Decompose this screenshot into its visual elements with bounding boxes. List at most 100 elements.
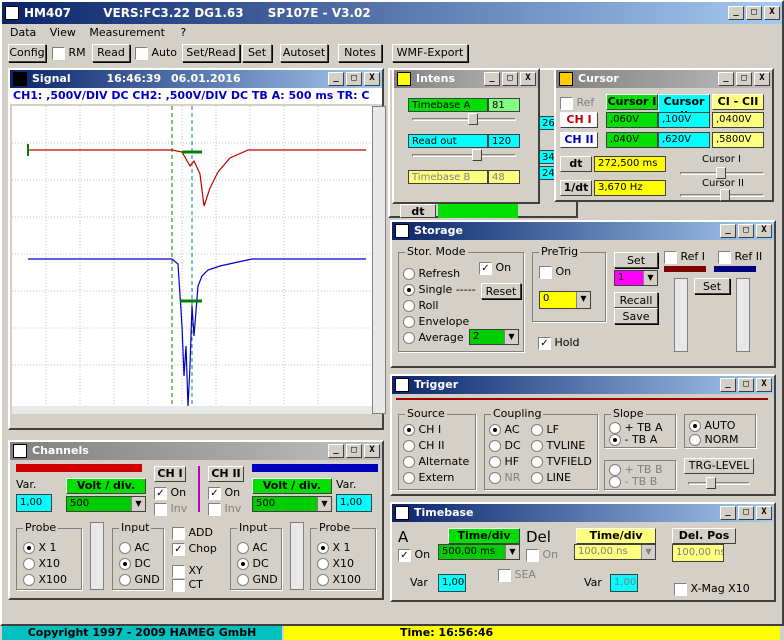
ch2-scroll[interactable] <box>290 522 304 590</box>
ch2-inv-checkbox[interactable] <box>208 502 221 516</box>
timebase-maximize[interactable]: □ <box>738 506 754 520</box>
readout-value[interactable]: 120 <box>488 134 520 148</box>
trigger-auto-radio[interactable] <box>689 420 701 432</box>
main-titlebar[interactable]: HM407 VERS:FC3.22 DG1.63 SP107E - V3.02 … <box>2 2 782 24</box>
storage-maximize[interactable]: □ <box>738 224 754 238</box>
coupling-hf-radio[interactable] <box>489 456 501 468</box>
trigger-norm-radio[interactable] <box>689 434 701 446</box>
ref2-checkbox[interactable] <box>718 250 731 264</box>
ch1-input-ac[interactable] <box>119 542 131 554</box>
ch1-scroll[interactable] <box>90 522 104 590</box>
source-alternate-radio[interactable] <box>403 456 415 468</box>
trigger-titlebar[interactable]: Trigger _ □ X <box>392 376 774 394</box>
ref1-checkbox[interactable] <box>664 250 677 264</box>
auto-checkbox[interactable] <box>135 46 148 60</box>
autoset-button[interactable]: Autoset <box>280 44 328 62</box>
coupling-tvfield-radio[interactable] <box>531 456 543 468</box>
source-ch2-radio[interactable] <box>403 440 415 452</box>
pretrig-select[interactable]: 0 ▼ <box>539 291 591 309</box>
pretrig-on-checkbox[interactable] <box>539 265 552 279</box>
signal-maximize[interactable]: □ <box>346 72 362 86</box>
close-button[interactable]: X <box>764 6 780 20</box>
recall-button[interactable]: Recall <box>614 292 658 308</box>
storage-slot-select[interactable]: 1 ▼ <box>614 270 658 286</box>
xy-checkbox[interactable] <box>172 564 185 578</box>
envelope-radio[interactable] <box>403 316 415 328</box>
storage-minimize[interactable]: _ <box>720 224 736 238</box>
del-pos-field[interactable]: 100,00 ns <box>672 544 724 562</box>
ct-checkbox[interactable] <box>172 578 185 592</box>
timebase-titlebar[interactable]: Timebase _ □ X <box>392 504 774 522</box>
channels-minimize[interactable]: _ <box>328 444 344 458</box>
storage-set-button[interactable]: Set <box>614 252 658 268</box>
rm-checkbox[interactable] <box>52 46 65 60</box>
signal-titlebar[interactable]: Signal 16:46:39 06.01.2016 _ □ X <box>10 70 382 88</box>
ch1-volt-select[interactable]: 500 ▼ <box>66 496 146 512</box>
cursor-ref-checkbox[interactable] <box>560 96 573 110</box>
refresh-radio[interactable] <box>403 268 415 280</box>
minimize-button[interactable]: _ <box>728 6 744 20</box>
ch1-inv-checkbox[interactable] <box>154 502 167 516</box>
ch1-probe-x1[interactable] <box>23 542 35 554</box>
ch1-input-gnd[interactable] <box>119 574 131 586</box>
ch2-input-ac[interactable] <box>237 542 249 554</box>
source-ch1-radio[interactable] <box>403 424 415 436</box>
channels-maximize[interactable]: □ <box>346 444 362 458</box>
hold-checkbox[interactable]: ✓ <box>538 336 551 350</box>
intens-close[interactable]: X <box>520 72 536 86</box>
timebase-close[interactable]: X <box>756 506 772 520</box>
cursor-minimize[interactable]: _ <box>718 72 734 86</box>
readout-slider[interactable] <box>408 148 520 162</box>
config-button[interactable]: Config <box>8 44 46 62</box>
storage-on-checkbox[interactable]: ✓ <box>479 261 492 275</box>
single-radio[interactable] <box>403 284 415 296</box>
channels-titlebar[interactable]: Channels _ □ X <box>10 442 382 460</box>
menu-help[interactable]: ? <box>180 26 186 39</box>
timebase-del-select[interactable]: 100,00 ns ▼ <box>574 544 656 560</box>
ref1-scroll[interactable] <box>674 278 688 352</box>
menu-data[interactable]: Data <box>10 26 36 39</box>
timebase-a-slider[interactable] <box>408 112 520 126</box>
storage-close[interactable]: X <box>756 224 772 238</box>
timebase-a-value[interactable]: 81 <box>488 98 520 112</box>
slope-tbb-neg-radio[interactable] <box>609 476 621 488</box>
trigger-close[interactable]: X <box>756 378 772 392</box>
coupling-lf-radio[interactable] <box>531 424 543 436</box>
cursor-ii-slider[interactable] <box>676 188 768 202</box>
ch2-var-field[interactable]: 1,00 <box>336 494 372 512</box>
ref2-scroll[interactable] <box>736 278 750 352</box>
add-checkbox[interactable] <box>172 526 185 540</box>
cursor-titlebar[interactable]: Cursor _ □ X <box>556 70 772 88</box>
save-button[interactable]: Save <box>614 308 658 324</box>
reset-button[interactable]: Reset <box>481 283 521 299</box>
roll-radio[interactable] <box>403 300 415 312</box>
coupling-line-radio[interactable] <box>531 472 543 484</box>
ch1-input-dc[interactable] <box>119 558 131 570</box>
menu-view[interactable]: View <box>50 26 76 39</box>
coupling-dc-radio[interactable] <box>489 440 501 452</box>
coupling-tvline-radio[interactable] <box>531 440 543 452</box>
ch2-probe-x10[interactable] <box>317 558 329 570</box>
trigger-maximize[interactable]: □ <box>738 378 754 392</box>
timebase-del-var-field[interactable]: 1,00 <box>610 574 638 592</box>
signal-minimize[interactable]: _ <box>328 72 344 86</box>
notes-button[interactable]: Notes <box>338 44 382 62</box>
ch1-var-field[interactable]: 1,00 <box>16 494 52 512</box>
timebase-var-field[interactable]: 1,00 <box>438 574 466 592</box>
timebase-minimize[interactable]: _ <box>720 506 736 520</box>
wmf-export-button[interactable]: WMF-Export <box>392 44 468 62</box>
average-radio[interactable] <box>403 332 415 344</box>
ch2-on-checkbox[interactable]: ✓ <box>208 486 221 500</box>
signal-vscroll[interactable] <box>372 106 386 414</box>
slope-tba-neg-radio[interactable] <box>609 434 621 446</box>
ch2-volt-select[interactable]: 500 ▼ <box>252 496 332 512</box>
ch2-input-gnd[interactable] <box>237 574 249 586</box>
ch2-probe-x100[interactable] <box>317 574 329 586</box>
source-extern-radio[interactable] <box>403 472 415 484</box>
average-select[interactable]: 2 ▼ <box>469 329 519 345</box>
xmag-checkbox[interactable] <box>674 582 687 596</box>
ref-set-button[interactable]: Set <box>694 278 730 294</box>
menu-measurement[interactable]: Measurement <box>89 26 165 39</box>
cursor-maximize[interactable]: □ <box>736 72 752 86</box>
coupling-nr-radio[interactable] <box>489 472 501 484</box>
